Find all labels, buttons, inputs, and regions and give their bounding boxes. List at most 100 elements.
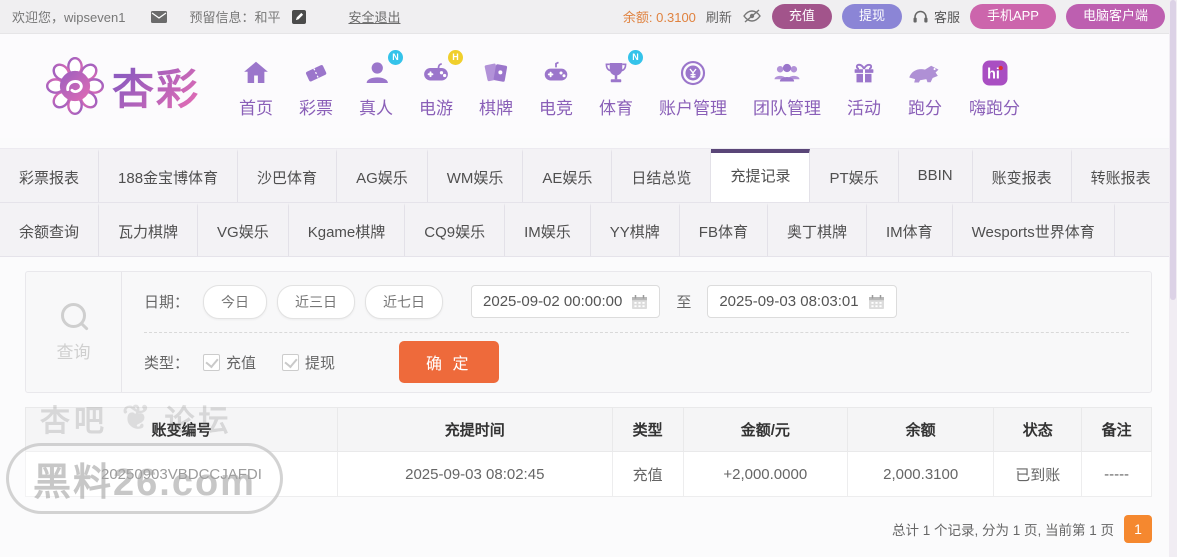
refresh-link[interactable]: 刷新 [706, 7, 732, 26]
report-tabs-row-2: 余额查询 瓦力棋牌 VG娱乐 Kgame棋牌 CQ9娱乐 IM娱乐 YY棋牌 F… [0, 203, 1177, 257]
badge-h: H [448, 49, 464, 65]
tab-wesports[interactable]: Wesports世界体育 [953, 203, 1115, 256]
tab-wali[interactable]: 瓦力棋牌 [99, 203, 199, 256]
svg-text:hi: hi [987, 66, 1000, 82]
rhino-icon [907, 61, 943, 85]
team-icon [772, 58, 802, 88]
nav-item-egames[interactable]: H 电游 [406, 49, 466, 119]
tab-kgame[interactable]: Kgame棋牌 [289, 203, 406, 256]
eye-off-icon[interactable] [742, 8, 762, 24]
col-header-type: 类型 [611, 407, 684, 452]
date-from-value: 2025-09-02 00:00:00 [483, 293, 623, 311]
date-from-input[interactable]: 2025-09-02 00:00:00 [471, 285, 661, 319]
nav-label: 首页 [239, 98, 274, 118]
nav-label: 活动 [847, 98, 882, 118]
headset-icon [912, 9, 929, 24]
nav-label: 账户管理 [659, 98, 728, 118]
brand-logo[interactable]: 杏彩 [46, 56, 200, 117]
topbar: 欢迎您，wipseven1 预留信息：和平 安全退出 余额: 0.3100 刷新… [0, 0, 1177, 34]
tab-188-sports[interactable]: 188金宝博体育 [99, 149, 239, 202]
tab-wm[interactable]: WM娱乐 [428, 149, 524, 202]
tab-lottery-report[interactable]: 彩票报表 [0, 149, 100, 202]
nav-item-esports[interactable]: 电竞 [526, 54, 586, 119]
welcome-text: 欢迎您，wipseven1 [12, 10, 126, 25]
quick-range-today[interactable]: 今日 [203, 284, 268, 319]
nav-item-hi-paofen[interactable]: hi 嗨跑分 [956, 54, 1033, 119]
tab-fb-sports[interactable]: FB体育 [680, 203, 768, 256]
tab-im[interactable]: IM娱乐 [505, 203, 591, 256]
calendar-icon[interactable] [868, 294, 885, 310]
nav-item-sports[interactable]: N 体育 [586, 49, 646, 119]
edit-icon[interactable] [292, 9, 307, 24]
tab-account-change-report[interactable]: 账变报表 [973, 149, 1072, 202]
date-to-value: 2025-09-03 08:03:01 [719, 293, 859, 311]
reserved-info-text: 预留信息：和平 [189, 10, 281, 25]
flower-logo-icon [46, 57, 104, 115]
col-header-change-id: 账变编号 [25, 407, 338, 452]
scrollbar-track[interactable] [1169, 0, 1177, 557]
quick-range-3days[interactable]: 近三日 [277, 284, 356, 319]
cards-icon [481, 58, 511, 88]
nav-item-paofen[interactable]: 跑分 [894, 54, 956, 119]
logout-link[interactable]: 安全退出 [348, 7, 400, 26]
tab-ag[interactable]: AG娱乐 [337, 149, 428, 202]
tab-bbin[interactable]: BBIN [899, 149, 973, 202]
tab-ae[interactable]: AE娱乐 [523, 149, 613, 202]
tab-recharge-records[interactable]: 充提记录 [711, 149, 811, 202]
search-icon [59, 302, 89, 332]
tab-yy[interactable]: YY棋牌 [591, 203, 680, 256]
withdraw-button[interactable]: 提现 [841, 4, 902, 29]
tab-pt[interactable]: PT娱乐 [810, 149, 899, 202]
nav-label: 体育 [599, 98, 634, 118]
tab-transfer-report[interactable]: 转账报表 [1072, 149, 1171, 202]
nav-item-home[interactable]: 首页 [226, 54, 286, 119]
tab-cq9[interactable]: CQ9娱乐 [405, 203, 506, 256]
date-to-input[interactable]: 2025-09-03 08:03:01 [707, 285, 897, 319]
cell-change-id: 20250903VBDCCJAFDI [25, 451, 338, 497]
tab-saba-sports[interactable]: 沙巴体育 [238, 149, 338, 202]
page-1-button[interactable]: 1 [1124, 515, 1152, 543]
confirm-button[interactable]: 确 定 [399, 341, 499, 384]
nav-label: 电竞 [539, 98, 574, 118]
table-row: 20250903VBDCCJAFDI 2025-09-03 08:02:45 充… [25, 451, 1152, 497]
deposit-button[interactable]: 充值 [771, 4, 832, 29]
table-header-row: 账变编号 充提时间 类型 金额/元 余额 状态 备注 [25, 407, 1152, 452]
to-label: 至 [676, 294, 692, 312]
calendar-icon[interactable] [631, 294, 648, 310]
nav-label: 跑分 [908, 98, 943, 118]
tab-aoding[interactable]: 奥丁棋牌 [768, 203, 867, 256]
nav-item-account[interactable]: 账户管理 [646, 54, 740, 119]
nav-item-boardgames[interactable]: 棋牌 [466, 54, 526, 119]
mobile-app-button[interactable]: 手机APP [969, 4, 1056, 29]
hi-app-icon: hi [980, 58, 1010, 88]
header: 杏彩 首页 彩票 N 真人 H 电游 棋牌 电竞 N 体育 账户管理 团队管理 … [0, 34, 1177, 138]
customer-service-link[interactable]: 客服 [912, 7, 960, 26]
type-label: 类型： [144, 354, 190, 372]
col-header-balance: 余额 [846, 407, 995, 452]
nav-item-lottery[interactable]: 彩票 [286, 54, 346, 119]
pc-client-button[interactable]: 电脑客户端 [1065, 4, 1165, 29]
pagination: 总计 1 个记录, 分为 1 页, 当前第 1 页 1 [25, 515, 1152, 543]
main-nav: 首页 彩票 N 真人 H 电游 棋牌 电竞 N 体育 账户管理 团队管理 活动 … [226, 49, 1033, 119]
pagination-summary: 总计 1 个记录, 分为 1 页, 当前第 1 页 [891, 523, 1114, 538]
brand-name: 杏彩 [112, 56, 200, 117]
nav-label: 嗨跑分 [969, 98, 1021, 118]
nav-item-promotions[interactable]: 活动 [834, 54, 894, 119]
coin-icon [678, 58, 708, 88]
report-tabs-row-1: 彩票报表 188金宝博体育 沙巴体育 AG娱乐 WM娱乐 AE娱乐 日结总览 充… [0, 148, 1177, 203]
envelope-icon[interactable] [151, 10, 168, 23]
type-recharge-checkbox[interactable]: 充值 [203, 352, 256, 373]
tab-daily-summary[interactable]: 日结总览 [612, 149, 712, 202]
gamepad-icon [421, 58, 451, 88]
quick-range-7days[interactable]: 近七日 [365, 284, 444, 319]
tab-im-sports[interactable]: IM体育 [867, 203, 953, 256]
scrollbar-thumb[interactable] [1170, 0, 1176, 300]
col-header-status: 状态 [993, 407, 1083, 452]
cell-remark: ----- [1081, 451, 1152, 497]
tab-vg[interactable]: VG娱乐 [198, 203, 289, 256]
tab-balance-query[interactable]: 余额查询 [0, 203, 100, 256]
nav-item-live[interactable]: N 真人 [346, 49, 406, 119]
col-header-time: 充提时间 [336, 407, 613, 452]
type-withdraw-checkbox[interactable]: 提现 [282, 352, 335, 373]
nav-item-team[interactable]: 团队管理 [740, 54, 834, 119]
